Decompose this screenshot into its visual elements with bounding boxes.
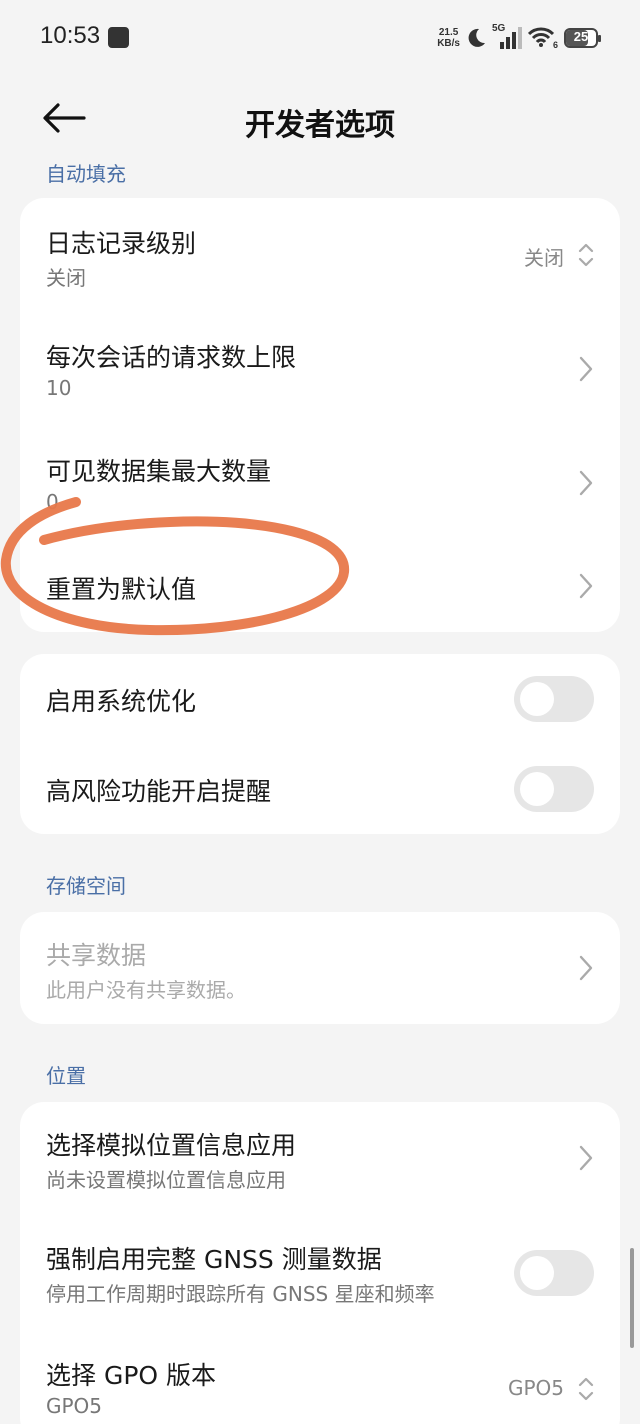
net-speed-value: 21.5 [438, 27, 459, 38]
log-level-value[interactable]: 关闭 [524, 242, 564, 271]
cellular-signal-icon: 5G [492, 23, 522, 50]
system-card: 启用系统优化 高风险功能开启提醒 [20, 654, 620, 834]
shared-data-title: 共享数据 [46, 941, 147, 970]
net-speed-unit: KB/s [437, 38, 460, 49]
gpo-version-row[interactable]: 选择 GPO 版本 GPO5 GPO5 [20, 1326, 620, 1424]
mock-location-subtitle: 尚未设置模拟位置信息应用 [46, 1168, 286, 1192]
log-level-row[interactable]: 日志记录级别 关闭 关闭 [20, 198, 620, 312]
shared-data-subtitle: 此用户没有共享数据。 [46, 978, 246, 1002]
gnss-measurement-toggle[interactable] [514, 1250, 594, 1296]
section-label-autofill: 自动填充 [46, 162, 126, 186]
high-risk-reminder-toggle[interactable] [514, 766, 594, 812]
dropdown-updown-icon [578, 243, 594, 267]
chevron-right-icon [579, 356, 593, 382]
wifi-icon: 6 [527, 26, 558, 50]
section-label-storage: 存储空间 [46, 874, 126, 898]
gpo-version-subtitle: GPO5 [46, 1394, 103, 1418]
gnss-measurement-row[interactable]: 强制启用完整 GNSS 测量数据 停用工作周期时跟踪所有 GNSS 星座和频率 [20, 1214, 620, 1326]
max-datasets-row[interactable]: 可见数据集最大数量 0 [20, 426, 620, 540]
wifi-sub: 6 [552, 40, 558, 50]
battery-icon: 25 [564, 28, 601, 48]
high-risk-reminder-row[interactable]: 高风险功能开启提醒 [20, 744, 620, 834]
chevron-right-icon [579, 1145, 593, 1171]
gnss-measurement-subtitle: 停用工作周期时跟踪所有 GNSS 星座和频率 [46, 1282, 435, 1306]
gpo-version-value[interactable]: GPO5 [508, 1376, 564, 1400]
net-speed: 21.5 KB/s [437, 27, 460, 49]
max-datasets-title: 可见数据集最大数量 [46, 457, 272, 486]
gnss-measurement-title: 强制启用完整 GNSS 测量数据 [46, 1245, 382, 1274]
page-title: 开发者选项 [245, 108, 395, 143]
toggle-knob [520, 682, 554, 716]
status-bar: 10:53 21.5 KB/s 5G 6 25 [0, 0, 640, 76]
toggle-knob [520, 1256, 554, 1290]
gpo-version-title: 选择 GPO 版本 [46, 1361, 217, 1390]
system-optimization-row[interactable]: 启用系统优化 [20, 654, 620, 744]
log-level-title: 日志记录级别 [46, 229, 197, 258]
autofill-card: 日志记录级别 关闭 关闭 每次会话的请求数上限 10 可见数据集最大数量 0 重… [20, 198, 620, 632]
moon-icon [468, 28, 485, 47]
section-label-location: 位置 [46, 1064, 86, 1088]
mock-location-row[interactable]: 选择模拟位置信息应用 尚未设置模拟位置信息应用 [20, 1102, 620, 1214]
mock-location-title: 选择模拟位置信息应用 [46, 1131, 297, 1160]
reset-defaults-row[interactable]: 重置为默认值 [20, 540, 620, 632]
system-optimization-toggle[interactable] [514, 676, 594, 722]
notification-app-icon [108, 27, 129, 48]
reset-defaults-title: 重置为默认值 [46, 575, 197, 604]
storage-card: 共享数据 此用户没有共享数据。 [20, 912, 620, 1024]
chevron-right-icon [579, 955, 593, 981]
max-requests-row[interactable]: 每次会话的请求数上限 10 [20, 312, 620, 426]
toggle-knob [520, 772, 554, 806]
dropdown-updown-icon [578, 1377, 594, 1401]
chevron-right-icon [579, 470, 593, 496]
status-time: 10:53 [40, 22, 101, 49]
scrollbar[interactable] [630, 1248, 634, 1348]
app-header: 开发者选项 [0, 80, 640, 152]
chevron-right-icon [579, 573, 593, 599]
status-icons: 21.5 KB/s 5G 6 25 [437, 23, 601, 52]
max-requests-subtitle: 10 [46, 376, 72, 400]
system-optimization-title: 启用系统优化 [46, 687, 197, 716]
log-level-subtitle: 关闭 [46, 266, 86, 290]
shared-data-row[interactable]: 共享数据 此用户没有共享数据。 [20, 912, 620, 1024]
battery-level: 25 [573, 29, 589, 44]
max-datasets-subtitle: 0 [46, 490, 59, 514]
high-risk-reminder-title: 高风险功能开启提醒 [46, 777, 272, 806]
max-requests-title: 每次会话的请求数上限 [46, 343, 297, 372]
location-card: 选择模拟位置信息应用 尚未设置模拟位置信息应用 强制启用完整 GNSS 测量数据… [20, 1102, 620, 1424]
